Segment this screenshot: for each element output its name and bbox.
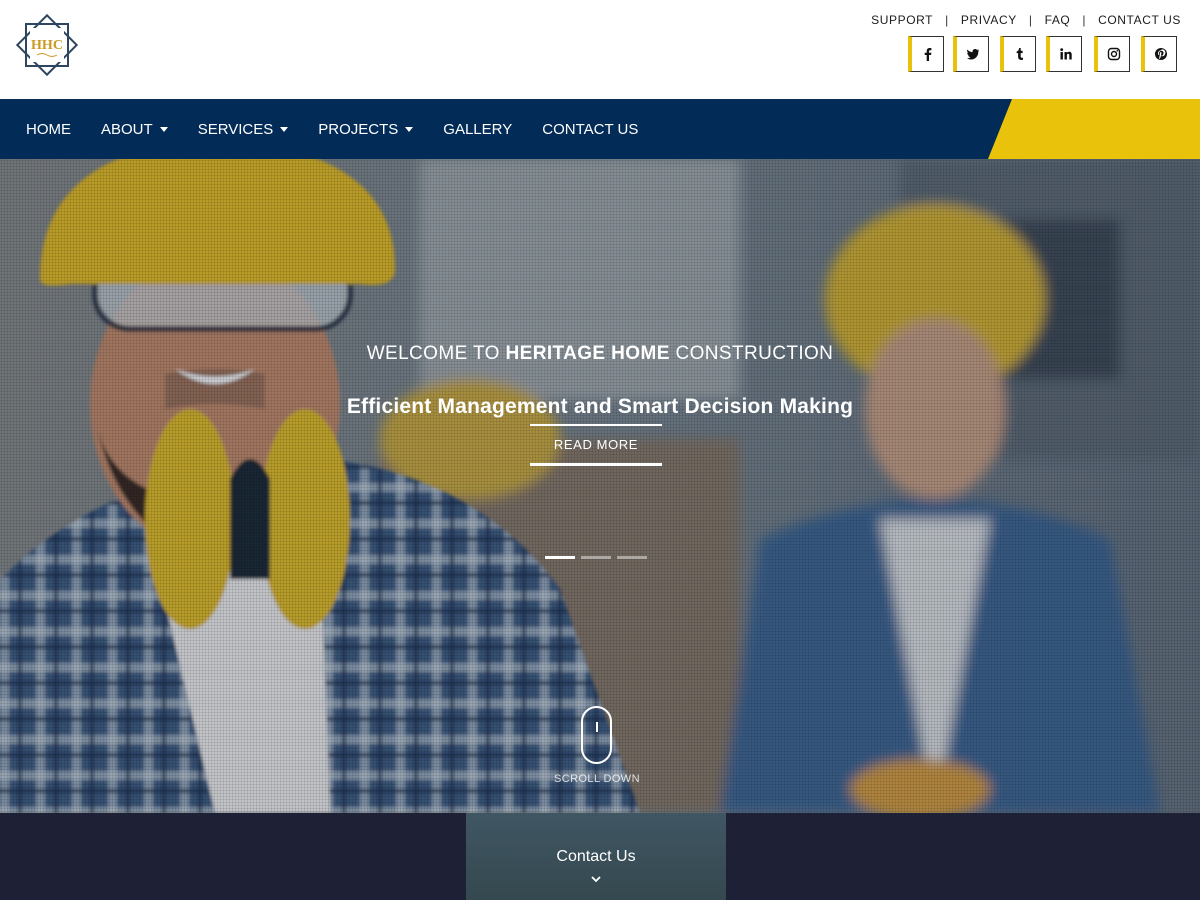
support-link[interactable]: SUPPORT bbox=[871, 13, 933, 27]
nav-item-services[interactable]: SERVICES bbox=[183, 99, 304, 159]
twitter-icon bbox=[966, 49, 979, 60]
facebook-icon bbox=[924, 48, 931, 61]
nav-label: ABOUT bbox=[101, 120, 153, 138]
tumblr-button[interactable] bbox=[1000, 36, 1036, 72]
hero-welcome: WELCOME TO HERITAGE HOME CONSTRUCTION bbox=[366, 343, 834, 364]
read-more-button[interactable]: READ MORE bbox=[530, 424, 662, 466]
caret-down-icon bbox=[159, 127, 168, 132]
slide-indicator-1[interactable] bbox=[545, 556, 575, 559]
contact-us-link[interactable]: CONTACT US bbox=[1098, 13, 1181, 27]
twitter-button[interactable] bbox=[953, 36, 989, 72]
caret-down-icon bbox=[280, 127, 289, 132]
bottom-strip: Contact Us bbox=[0, 813, 1200, 900]
contact-us-tab[interactable]: Contact Us bbox=[466, 813, 726, 900]
nav-accent-shape bbox=[988, 99, 1200, 159]
nav-label: HOME bbox=[26, 120, 71, 138]
chevron-down-icon bbox=[591, 876, 601, 883]
nav-label: CONTACT US bbox=[542, 120, 639, 138]
slide-indicator-2[interactable] bbox=[581, 556, 611, 559]
faq-link[interactable]: FAQ bbox=[1045, 13, 1071, 27]
main-navbar: HOME ABOUT SERVICES PROJECTS GALLERY CON… bbox=[0, 99, 1200, 159]
facebook-button[interactable] bbox=[908, 36, 944, 72]
nav-label: GALLERY bbox=[443, 120, 513, 138]
site-header: HHC SUPPORT | PRIVACY | FAQ | CONTACT US bbox=[0, 0, 1200, 99]
site-logo[interactable]: HHC bbox=[10, 8, 84, 82]
pinterest-button[interactable] bbox=[1141, 36, 1177, 72]
tumblr-icon bbox=[1016, 48, 1023, 60]
link-separator: | bbox=[1082, 13, 1087, 27]
link-separator: | bbox=[945, 13, 949, 27]
scroll-mouse-icon[interactable] bbox=[581, 706, 612, 764]
utility-links: SUPPORT | PRIVACY | FAQ | CONTACT US bbox=[871, 13, 1181, 27]
contact-tab-label: Contact Us bbox=[556, 848, 636, 865]
caret-down-icon bbox=[405, 127, 414, 132]
logo-icon: HHC bbox=[15, 13, 79, 77]
nav-label: PROJECTS bbox=[318, 120, 399, 138]
linkedin-button[interactable] bbox=[1046, 36, 1082, 72]
mouse-wheel bbox=[596, 722, 598, 732]
scroll-down-label[interactable]: SCROLL DOWN bbox=[0, 773, 1194, 785]
logo-text: HHC bbox=[31, 38, 63, 53]
link-separator: | bbox=[1028, 13, 1033, 27]
hero-slider: WELCOME TO HERITAGE HOME CONSTRUCTION Ef… bbox=[0, 159, 1200, 813]
nav-label: SERVICES bbox=[197, 120, 274, 138]
nav-item-gallery[interactable]: GALLERY bbox=[428, 99, 527, 159]
nav-item-about[interactable]: ABOUT bbox=[86, 99, 183, 159]
nav-item-contact-us[interactable]: CONTACT US bbox=[527, 99, 653, 159]
instagram-button[interactable] bbox=[1094, 36, 1130, 72]
hero-headline: Efficient Management and Smart Decision … bbox=[346, 395, 854, 418]
nav-item-projects[interactable]: PROJECTS bbox=[303, 99, 428, 159]
nav-item-home[interactable]: HOME bbox=[11, 99, 86, 159]
instagram-icon bbox=[1107, 47, 1120, 61]
linkedin-icon bbox=[1059, 48, 1072, 60]
privacy-link[interactable]: PRIVACY bbox=[961, 13, 1017, 27]
slide-indicator-3[interactable] bbox=[617, 556, 647, 559]
pinterest-icon bbox=[1154, 48, 1167, 60]
